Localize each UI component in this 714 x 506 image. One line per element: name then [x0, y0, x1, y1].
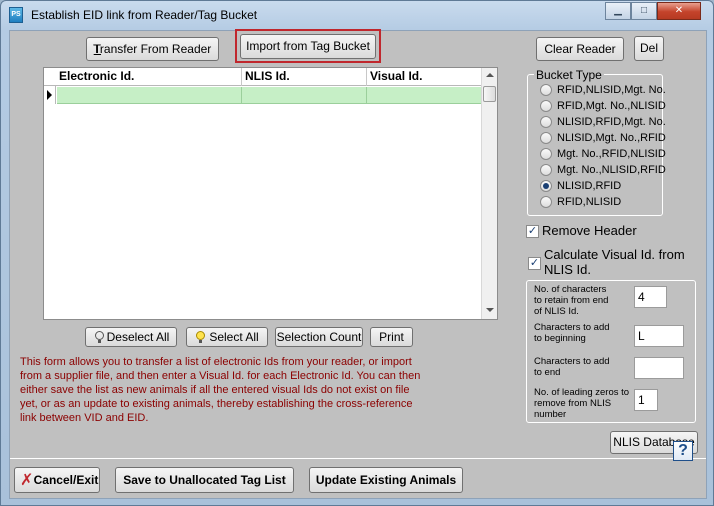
grid-cell-electronic-id[interactable] [57, 87, 242, 104]
eid-grid[interactable]: Electronic Id. NLIS Id. Visual Id. [43, 67, 498, 320]
chars-begin-input[interactable]: L [634, 325, 684, 347]
radio-icon [540, 196, 552, 208]
radio-icon [540, 116, 552, 128]
row-pointer-icon [47, 90, 52, 100]
transfer-label: Transfer From Reader [93, 42, 212, 56]
col-electronic-id[interactable]: Electronic Id. [56, 68, 242, 86]
remove-header-label: Remove Header [542, 223, 637, 238]
radio-icon [540, 132, 552, 144]
main-window: PS Establish EID link from Reader/Tag Bu… [0, 0, 714, 506]
save-unallocated-button[interactable]: Save to Unallocated Tag List [115, 467, 294, 493]
grid-vertical-scrollbar[interactable] [481, 68, 497, 319]
bulb-off-icon [95, 331, 104, 343]
radio-icon [540, 148, 552, 160]
chars-retain-label: No. of characters to retain from end of … [534, 284, 609, 317]
bulb-on-icon [196, 331, 205, 343]
chars-begin-label: Characters to add to beginning [534, 322, 610, 344]
calc-visual-label: Calculate Visual Id. from NLIS Id. [544, 247, 685, 277]
selection-count-button[interactable]: Selection Count [275, 327, 363, 347]
app-icon: PS [9, 7, 23, 23]
leading-zeros-label: No. of leading zeros to remove from NLIS… [534, 387, 630, 420]
cancel-x-icon: ✗ [20, 472, 34, 489]
scroll-up-icon[interactable] [486, 73, 494, 77]
info-text: This form allows you to transfer a list … [20, 356, 421, 424]
update-existing-button[interactable]: Update Existing Animals [309, 467, 463, 493]
deselect-label: Deselect All [106, 330, 170, 344]
title-bar[interactable]: PS Establish EID link from Reader/Tag Bu… [1, 1, 713, 29]
transfer-from-reader-button[interactable]: TTransfer From Reader [86, 37, 219, 61]
minimize-button[interactable]: ▁ [605, 2, 631, 20]
col-nlis-id[interactable]: NLIS Id. [242, 68, 367, 86]
radio-selected-icon [540, 180, 552, 192]
leading-zeros-input[interactable]: 1 [634, 389, 658, 411]
del-button[interactable]: Del [634, 36, 664, 61]
bottom-separator [10, 458, 706, 459]
row-selector[interactable] [44, 86, 56, 104]
form-client-area: TTransfer From Reader Import from Tag Bu… [9, 29, 707, 499]
remove-header-checkbox[interactable]: ✓ [526, 225, 539, 238]
deselect-all-button[interactable]: Deselect All [85, 327, 177, 347]
maximize-icon: □ [640, 5, 648, 16]
cancel-label: Cancel/Exit [33, 473, 99, 487]
radio-icon [540, 84, 552, 96]
scroll-thumb[interactable] [483, 86, 496, 102]
select-all-button[interactable]: Select All [186, 327, 268, 347]
bucket-type-title: Bucket Type [534, 68, 604, 82]
chars-retain-input[interactable]: 4 [634, 286, 667, 308]
grid-cell-nlis-id[interactable] [242, 87, 367, 104]
grid-header: Electronic Id. NLIS Id. Visual Id. [44, 68, 483, 86]
cancel-exit-button[interactable]: ✗ Cancel/Exit [14, 467, 100, 493]
close-button[interactable]: ✕ [657, 2, 701, 20]
col-visual-id[interactable]: Visual Id. [367, 68, 483, 86]
radio-icon [540, 100, 552, 112]
radio-icon [540, 164, 552, 176]
maximize-button[interactable]: □ [631, 2, 657, 20]
chars-end-label: Characters to add to end [534, 356, 610, 378]
window-title: Establish EID link from Reader/Tag Bucke… [31, 8, 258, 22]
print-button[interactable]: Print [370, 327, 413, 347]
close-icon: ✕ [674, 5, 684, 16]
minimize-icon: ▁ [614, 5, 622, 16]
scroll-down-icon[interactable] [486, 308, 494, 312]
select-label: Select All [209, 330, 259, 344]
calc-visual-checkbox[interactable]: ✓ [528, 257, 541, 270]
grid-cell-visual-id[interactable] [367, 87, 483, 104]
import-from-tag-bucket-button[interactable]: Import from Tag Bucket [240, 34, 376, 59]
clear-reader-button[interactable]: Clear Reader [536, 37, 624, 61]
help-icon[interactable]: ? [673, 441, 693, 461]
chars-end-input[interactable] [634, 357, 684, 379]
